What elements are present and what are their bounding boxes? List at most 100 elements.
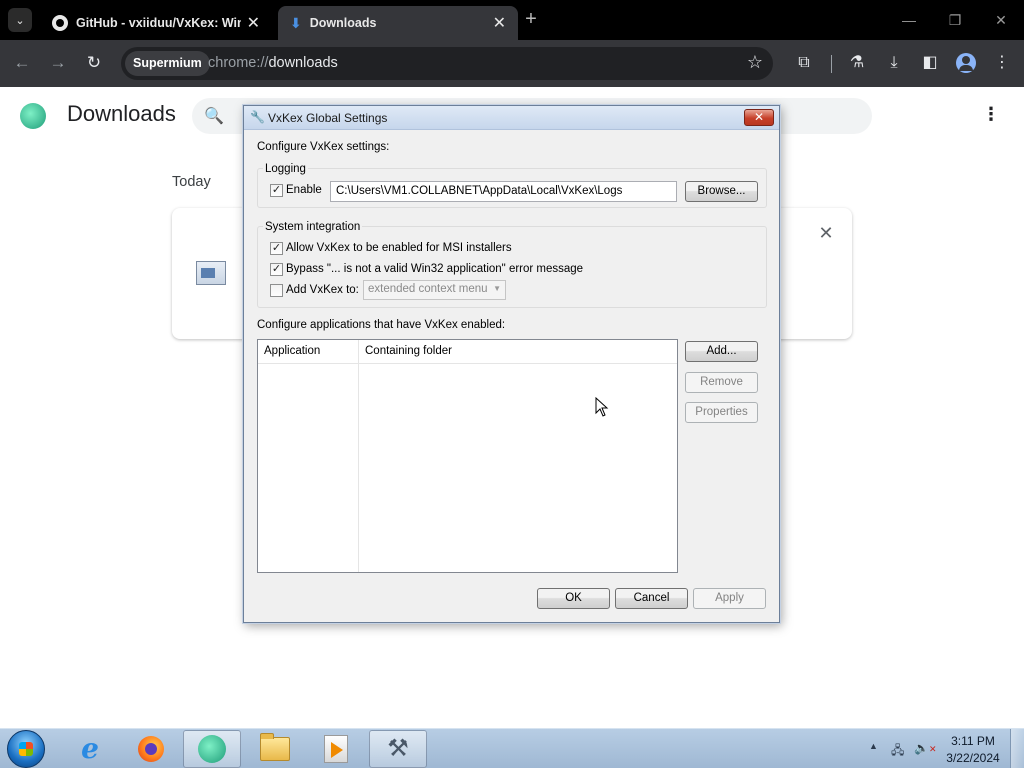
apps-listview[interactable]: Application Containing folder bbox=[257, 339, 678, 573]
apply-button[interactable]: Apply bbox=[693, 588, 766, 609]
downloads-menu-button[interactable]: ⋮ bbox=[982, 104, 1000, 128]
chevron-down-icon: ⌄ bbox=[15, 14, 25, 27]
side-panel-button[interactable]: ◧ bbox=[918, 51, 942, 75]
new-tab-button[interactable]: + bbox=[520, 8, 542, 32]
close-icon: ✕ bbox=[753, 110, 765, 124]
network-icon[interactable]: 🖧 bbox=[891, 741, 904, 762]
downloads-button[interactable]: ⤓ bbox=[882, 51, 906, 75]
page-title: Downloads bbox=[67, 101, 176, 126]
labs-button[interactable]: ⚗ bbox=[845, 51, 869, 75]
show-desktop-button[interactable] bbox=[1010, 729, 1024, 768]
column-header-containing-folder[interactable]: Containing folder bbox=[359, 340, 677, 364]
vxkex-settings-dialog: 🔧 VxKex Global Settings ✕ Configure VxKe… bbox=[243, 105, 780, 623]
toolbar-separator bbox=[831, 55, 832, 73]
wrench-icon: 🔧 bbox=[250, 110, 265, 124]
kebab-icon: ⋮ bbox=[994, 54, 1010, 71]
tools-icon: ⚒ bbox=[387, 735, 409, 762]
remove-app-button[interactable]: Remove bbox=[685, 372, 758, 393]
url-text[interactable]: chrome://downloads bbox=[208, 55, 338, 71]
system-integration-group-label: System integration bbox=[263, 221, 363, 233]
column-header-application[interactable]: Application bbox=[258, 340, 359, 364]
back-button[interactable]: ← bbox=[10, 51, 34, 75]
add-app-button[interactable]: Add... bbox=[685, 341, 758, 362]
dialog-close-button[interactable]: ✕ bbox=[744, 109, 774, 126]
taskbar-app-firefox[interactable] bbox=[122, 730, 180, 768]
restore-icon: ❐ bbox=[948, 12, 962, 28]
column-divider bbox=[358, 340, 359, 572]
taskbar-app-media-player[interactable] bbox=[307, 730, 365, 768]
dialog-title: VxKex Global Settings bbox=[268, 111, 388, 125]
forward-button[interactable]: → bbox=[46, 51, 70, 75]
profile-button[interactable] bbox=[954, 51, 978, 75]
mouse-cursor-icon bbox=[595, 397, 609, 417]
browse-button[interactable]: Browse... bbox=[685, 181, 758, 202]
start-button[interactable] bbox=[7, 730, 45, 768]
msi-checkbox[interactable] bbox=[270, 242, 283, 255]
flask-icon: ⚗ bbox=[849, 54, 865, 71]
context-menu-combo[interactable]: extended context menu ▼ bbox=[363, 280, 506, 300]
taskbar-app-internet-explorer[interactable]: e bbox=[61, 730, 119, 768]
properties-button[interactable]: Properties bbox=[685, 402, 758, 423]
extensions-button[interactable]: ⧉ bbox=[792, 51, 816, 75]
dialog-titlebar[interactable]: 🔧 VxKex Global Settings ✕ bbox=[244, 106, 779, 130]
taskbar: e ⚒ ▲ 🖧 🔈✕ 3:11 PM 3/22/2024 bbox=[0, 728, 1024, 768]
reload-button[interactable]: ↻ bbox=[82, 51, 106, 75]
tab-github[interactable]: GitHub - vxiiduu/VxKex: Windo ✕ bbox=[40, 6, 272, 40]
close-icon[interactable]: ✕ bbox=[493, 13, 506, 33]
clock-date[interactable]: 3/22/2024 bbox=[942, 751, 1004, 765]
msi-label[interactable]: Allow VxKex to be enabled for MSI instal… bbox=[286, 242, 512, 254]
github-icon bbox=[52, 15, 68, 31]
supermium-icon bbox=[198, 735, 226, 763]
close-icon: ✕ bbox=[995, 12, 1007, 28]
clock-time[interactable]: 3:11 PM bbox=[946, 734, 1000, 748]
combo-value: extended context menu bbox=[368, 283, 488, 295]
remove-download-button[interactable]: ✕ bbox=[816, 223, 836, 243]
add-vxkex-label[interactable]: Add VxKex to: bbox=[286, 284, 359, 296]
side-panel-icon: ◧ bbox=[922, 54, 938, 71]
firefox-icon bbox=[138, 736, 164, 762]
logging-enable-label[interactable]: Enable bbox=[286, 184, 322, 196]
minimize-button[interactable]: — bbox=[897, 8, 921, 32]
window-close-button[interactable]: ✕ bbox=[989, 8, 1013, 32]
browser-toolbar: ← → ↻ Supermium chrome://downloads ☆ ⧉ ⚗… bbox=[0, 40, 1024, 87]
bypass-checkbox[interactable] bbox=[270, 263, 283, 276]
folder-icon bbox=[260, 733, 290, 761]
tab-strip: ⌄ GitHub - vxiiduu/VxKex: Windo ✕ ⬇ Down… bbox=[0, 0, 1024, 40]
profile-icon bbox=[956, 53, 976, 73]
supermium-logo bbox=[20, 103, 46, 129]
bypass-label[interactable]: Bypass "... is not a valid Win32 applica… bbox=[286, 263, 583, 275]
volume-muted-icon[interactable]: 🔈✕ bbox=[914, 741, 937, 755]
ok-button[interactable]: OK bbox=[537, 588, 610, 609]
logging-enable-checkbox[interactable] bbox=[270, 184, 283, 197]
taskbar-app-vxkex-config[interactable]: ⚒ bbox=[369, 730, 427, 768]
restore-button[interactable]: ❐ bbox=[943, 8, 967, 32]
star-icon[interactable]: ☆ bbox=[747, 52, 763, 73]
minimize-icon: — bbox=[902, 12, 916, 28]
add-vxkex-checkbox[interactable] bbox=[270, 284, 283, 297]
tab-title: GitHub - vxiiduu/VxKex: Windo bbox=[76, 16, 241, 30]
plus-icon: + bbox=[525, 8, 537, 30]
media-player-icon bbox=[324, 735, 348, 763]
internet-explorer-icon: e bbox=[81, 732, 99, 765]
cancel-button[interactable]: Cancel bbox=[615, 588, 688, 609]
tray-expand-icon[interactable]: ▲ bbox=[869, 741, 878, 751]
taskbar-app-explorer[interactable] bbox=[246, 730, 304, 768]
address-bar[interactable]: Supermium chrome://downloads ☆ bbox=[121, 47, 773, 80]
close-icon[interactable]: ✕ bbox=[247, 13, 260, 33]
file-icon bbox=[196, 261, 226, 285]
taskbar-app-supermium[interactable] bbox=[183, 730, 241, 768]
search-icon: 🔍 bbox=[204, 108, 224, 125]
browser-menu-button[interactable]: ⋮ bbox=[990, 51, 1014, 75]
url-scheme: chrome:// bbox=[208, 55, 269, 71]
log-path-field[interactable]: C:\Users\VM1.COLLABNET\AppData\Local\VxK… bbox=[330, 181, 677, 202]
download-icon: ⤓ bbox=[890, 54, 898, 71]
download-icon: ⬇ bbox=[290, 14, 302, 31]
tab-search-button[interactable]: ⌄ bbox=[8, 8, 32, 32]
tab-downloads[interactable]: ⬇ Downloads ✕ bbox=[278, 6, 518, 40]
site-chip[interactable]: Supermium bbox=[125, 51, 210, 76]
arrow-right-icon: → bbox=[49, 53, 67, 72]
apps-label: Configure applications that have VxKex e… bbox=[257, 319, 506, 331]
logging-group-label: Logging bbox=[263, 163, 308, 175]
close-icon: ✕ bbox=[818, 223, 834, 243]
kebab-icon: ⋮ bbox=[982, 104, 1000, 124]
